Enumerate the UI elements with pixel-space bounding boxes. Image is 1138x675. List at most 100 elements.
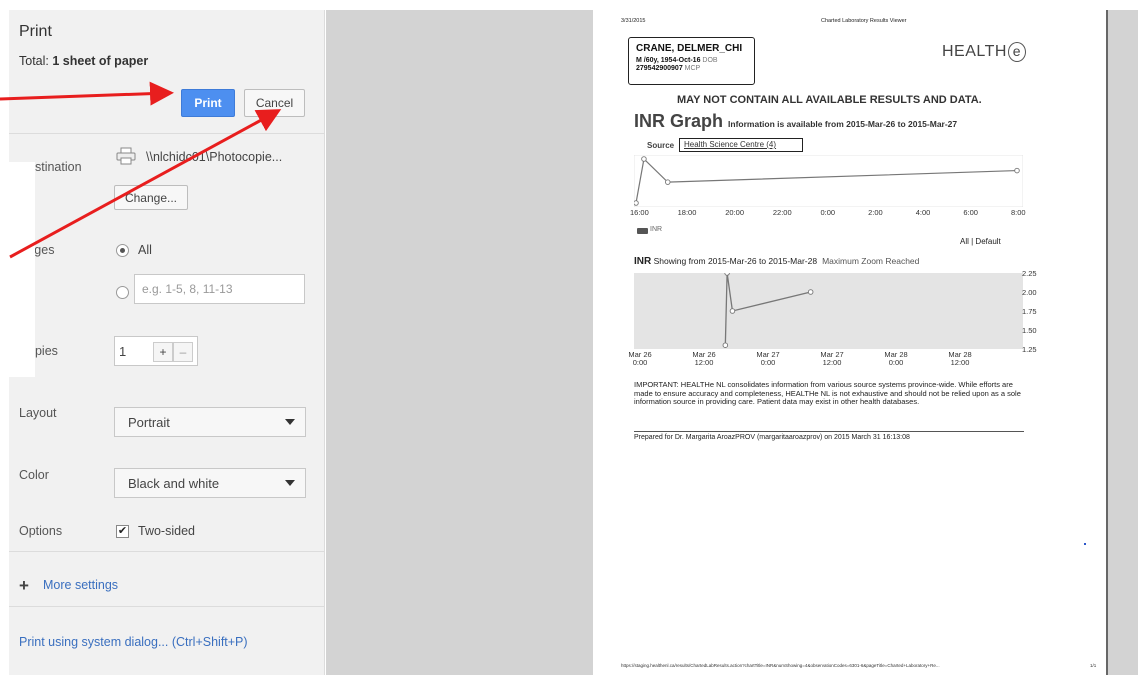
pages-custom-radio[interactable] xyxy=(116,286,129,299)
legend-swatch xyxy=(637,228,648,234)
patient-name: CRANE, DELMER_CHI xyxy=(636,43,743,54)
patient-demographics: M /60y, 1954-Oct-16 DOB xyxy=(636,57,754,64)
graph-info: Information is available from 2015-Mar-2… xyxy=(728,119,958,129)
system-dialog-link[interactable]: Print using system dialog... (Ctrl+Shift… xyxy=(19,635,248,649)
x-tick-label: Mar 26 0:00 xyxy=(625,351,655,367)
graph-title: INR Graph Information is available from … xyxy=(634,111,957,132)
change-destination-button[interactable]: Change... xyxy=(114,185,188,210)
source-label: Source xyxy=(647,141,675,150)
x-tick-label-line: 12:00 xyxy=(950,358,970,367)
sheet-total: Total: 1 sheet of paper xyxy=(19,54,148,68)
x-tick-label: 22:00 xyxy=(772,208,792,217)
y-tick-label: 2.25 xyxy=(1022,269,1037,278)
cancel-button[interactable]: Cancel xyxy=(244,89,305,117)
mcp-label: MCP xyxy=(684,65,701,72)
more-settings-link[interactable]: More settings xyxy=(43,578,118,592)
color-label: Color xyxy=(19,468,49,482)
preview-page: 3/31/2015 Charted Laboratory Results Vie… xyxy=(593,10,1108,675)
patient-card: CRANE, DELMER_CHI M /60y, 1954-Oct-16 DO… xyxy=(628,37,755,85)
print-button[interactable]: Print xyxy=(181,89,235,117)
x-tick-label: Mar 26 12:00 xyxy=(689,351,719,367)
total-prefix: Total: xyxy=(19,54,53,68)
footer-url: https://staging.healthenl.ca/results/Cha… xyxy=(621,663,940,668)
chart2-range: Showing from 2015-Mar-26 to 2015-Mar-28 xyxy=(653,256,818,266)
x-tick-label: 18:00 xyxy=(677,208,697,217)
logo-e: e xyxy=(1007,42,1026,62)
logo-text: HEALTH xyxy=(942,43,1007,60)
inr-data-point xyxy=(722,342,729,348)
y-tick-label: 1.25 xyxy=(1022,345,1037,354)
footer-page-number: 1/1 xyxy=(1090,663,1097,668)
important-notice: IMPORTANT: HEALTHe NL consolidates infor… xyxy=(634,380,1021,406)
healthe-logo: HEALTH e xyxy=(942,42,1026,62)
chart2-plot-area xyxy=(634,273,1023,349)
dialog-title: Print xyxy=(19,23,52,40)
stray-dot xyxy=(1084,543,1086,545)
divider xyxy=(9,606,325,607)
x-tick-label-line: 0:00 xyxy=(760,358,776,367)
pages-all-label: All xyxy=(138,243,152,257)
inr-data-point xyxy=(641,156,647,162)
y-tick-label: 1.50 xyxy=(1022,326,1037,335)
x-tick-label: 4:00 xyxy=(915,208,931,217)
copies-stepper: 1 + – xyxy=(114,336,198,366)
prepared-for: Prepared for Dr. Margarita AroazPROV (ma… xyxy=(634,434,910,441)
x-tick-label: Mar 27 12:00 xyxy=(817,351,847,367)
zoom-links: All | Default xyxy=(960,237,1001,246)
destination-value: \\nlchidc01\Photocopie... xyxy=(146,150,283,164)
page-header: Charted Laboratory Results Viewer xyxy=(821,18,907,24)
color-value: Black and white xyxy=(128,475,220,491)
layout-select[interactable]: Portrait xyxy=(114,407,306,437)
x-tick-label-line: 0:00 xyxy=(632,358,648,367)
inr-data-point xyxy=(634,200,639,206)
zoom-status: Maximum Zoom Reached xyxy=(822,256,920,266)
disclaimer: MAY NOT CONTAIN ALL AVAILABLE RESULTS AN… xyxy=(677,94,982,106)
page-date: 3/31/2015 xyxy=(621,18,646,24)
copies-decrement-button[interactable]: – xyxy=(173,342,193,362)
inr-overview-chart xyxy=(634,155,1023,207)
chart2-name: INR xyxy=(634,256,652,267)
x-tick-label: Mar 28 12:00 xyxy=(945,351,975,367)
occluding-window xyxy=(0,162,35,377)
copies-input[interactable]: 1 xyxy=(119,344,126,359)
total-value: 1 sheet of paper xyxy=(52,54,149,68)
layout-value: Portrait xyxy=(128,414,170,430)
copies-increment-button[interactable]: + xyxy=(153,342,173,362)
chart2-title: INR Showing from 2015-Mar-26 to 2015-Mar… xyxy=(634,256,919,267)
divider xyxy=(9,133,325,134)
source-select: Health Science Centre (4) xyxy=(679,138,803,152)
x-tick-label: 16:00 xyxy=(630,208,649,217)
graph-title-text: INR Graph xyxy=(634,111,724,131)
printer-icon xyxy=(116,147,136,165)
pages-range-input[interactable]: e.g. 1-5, 8, 11-13 xyxy=(134,274,305,304)
x-tick-label-line: 12:00 xyxy=(822,358,842,367)
chevron-down-icon xyxy=(285,480,295,486)
patient-demo-value: M /60y, 1954-Oct-16 xyxy=(636,57,701,64)
print-settings-panel: Print Total: 1 sheet of paper Print Canc… xyxy=(9,10,325,675)
legend-label: INR xyxy=(650,226,663,233)
color-select[interactable]: Black and white xyxy=(114,468,306,498)
x-tick-label-line: 12:00 xyxy=(694,358,714,367)
plus-icon[interactable]: + xyxy=(19,576,29,596)
inr-data-point xyxy=(1014,167,1020,174)
inr-data-point xyxy=(807,289,814,295)
mcp-value: 279542900907 xyxy=(636,65,683,72)
dob-label: DOB xyxy=(702,57,718,64)
y-tick-label: 1.75 xyxy=(1022,307,1037,316)
y-tick-label: 2.00 xyxy=(1022,288,1037,297)
chevron-down-icon xyxy=(285,419,295,425)
x-tick-label: 6:00 xyxy=(963,208,978,217)
pages-all-radio[interactable] xyxy=(116,244,129,257)
two-sided-checkbox[interactable]: ✔ xyxy=(116,525,129,538)
inr-data-point xyxy=(729,308,736,314)
layout-label: Layout xyxy=(19,406,57,420)
inr-detail-chart xyxy=(634,273,1023,349)
x-tick-label-line: 0:00 xyxy=(888,358,904,367)
options-label: Options xyxy=(19,524,63,538)
x-tick-label: 20:00 xyxy=(725,208,745,217)
divider xyxy=(9,551,325,552)
x-tick-label: Mar 28 0:00 xyxy=(881,351,911,367)
patient-mcp: 279542900907 MCP xyxy=(636,65,754,72)
x-tick-label: 0:00 xyxy=(820,208,836,217)
x-tick-label: 8:00 xyxy=(1011,208,1026,217)
